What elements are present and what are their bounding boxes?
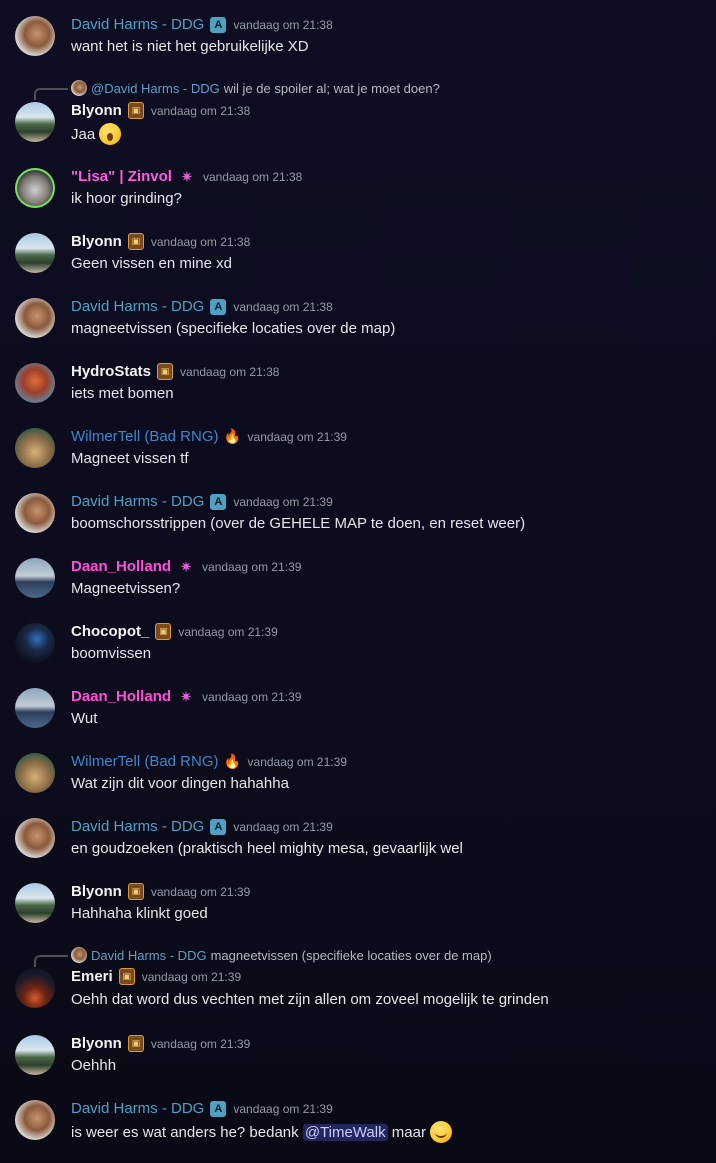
message-text: Wut [71,710,98,727]
user-mention[interactable]: @TimeWalk [302,1123,388,1141]
avatar[interactable] [15,623,55,663]
timestamp[interactable]: vandaag om 21:38 [151,235,250,249]
timestamp[interactable]: vandaag om 21:39 [178,625,277,639]
role-badge-icon: A [210,1100,227,1117]
library-badge-icon: ▣ [157,363,174,380]
library-badge-icon: ▣ [127,1035,144,1052]
flame-badge-icon: 🔥 [223,753,242,769]
timestamp[interactable]: vandaag om 21:39 [248,430,347,444]
author-name[interactable]: David Harms - DDG [71,298,204,315]
message-text: Hahhaha klinkt goed [71,905,208,922]
message-text: Wat zijn dit voor dingen hahahha [71,775,289,792]
author-name[interactable]: Daan_Holland [71,558,171,575]
author-name[interactable]: David Harms - DDG [71,818,204,835]
author-name[interactable]: Blyonn [71,233,122,250]
reply-preview[interactable]: David Harms - DDG magneetvissen (specifi… [71,947,492,963]
reply-avatar [71,947,87,963]
author-name[interactable]: "Lisa" | Zinvol [71,168,172,185]
avatar[interactable] [15,298,55,338]
avatar[interactable] [15,688,55,728]
timestamp[interactable]: vandaag om 21:39 [151,885,250,899]
avatar[interactable] [15,363,55,403]
avatar[interactable] [15,428,55,468]
message-text: is weer es wat anders he? bedank @TimeWa… [71,1121,453,1144]
avatar[interactable] [15,233,55,273]
reply-text: wil je de spoiler al; wat je moet doen? [223,80,440,96]
timestamp[interactable]: vandaag om 21:39 [202,560,301,574]
message-text: boomvissen [71,645,152,662]
booster-badge-icon: ✷ [180,168,194,186]
reply-author[interactable]: David Harms - DDG [91,948,207,963]
slight-smile-emoji-icon[interactable] [430,1121,453,1143]
timestamp[interactable]: vandaag om 21:39 [233,820,332,834]
timestamp[interactable]: vandaag om 21:38 [233,300,332,314]
flame-badge-icon: 🔥 [223,428,242,444]
author-name[interactable]: Chocopot_ [71,623,149,640]
author-name[interactable]: WilmerTell (Bad RNG) [71,428,219,445]
message-text: want het is niet het gebruikelijke XD [71,38,309,55]
avatar[interactable] [15,968,55,1008]
author-name[interactable]: David Harms - DDG [71,16,204,33]
avatar[interactable] [15,1035,55,1075]
timestamp[interactable]: vandaag om 21:39 [142,970,241,984]
message-text: Geen vissen en mine xd [71,255,232,272]
author-name[interactable]: WilmerTell (Bad RNG) [71,753,219,770]
avatar[interactable] [15,102,55,142]
avatar[interactable] [15,753,55,793]
author-name[interactable]: Blyonn [71,102,122,119]
avatar[interactable] [15,493,55,533]
message-text: en goudzoeken (praktisch heel mighty mes… [71,840,463,857]
avatar[interactable] [15,558,55,598]
message-text: boomschorsstrippen (over de GEHELE MAP t… [71,515,526,532]
reply-connector [34,88,68,100]
reply-connector [34,955,68,967]
role-badge-icon: A [210,298,227,315]
timestamp[interactable]: vandaag om 21:39 [202,690,301,704]
reply-preview[interactable]: @David Harms - DDG wil je de spoiler al;… [71,80,440,96]
author-name[interactable]: HydroStats [71,363,151,380]
author-name[interactable]: Blyonn [71,1035,122,1052]
timestamp[interactable]: vandaag om 21:39 [233,1102,332,1116]
avatar[interactable] [15,883,55,923]
avatar[interactable] [15,818,55,858]
author-name[interactable]: David Harms - DDG [71,493,204,510]
timestamp[interactable]: vandaag om 21:39 [248,755,347,769]
avatar[interactable] [15,16,55,56]
message-text: magneetvissen (specifieke locaties over … [71,320,396,337]
message-text: Oehh dat word dus vechten met zijn allen… [71,991,549,1008]
author-name[interactable]: David Harms - DDG [71,1100,204,1117]
timestamp[interactable]: vandaag om 21:38 [233,18,332,32]
reply-author[interactable]: @David Harms - DDG [91,81,220,96]
role-badge-icon: A [210,493,227,510]
library-badge-icon: ▣ [127,883,144,900]
message-text: Oehhh [71,1057,117,1074]
message-text: ik hoor grinding? [71,190,182,207]
message-text: Magneetvissen? [71,580,181,597]
role-badge-icon: A [210,16,227,33]
library-badge-icon: ▣ [118,968,135,985]
library-badge-icon: ▣ [127,233,144,250]
timestamp[interactable]: vandaag om 21:38 [180,365,279,379]
author-name[interactable]: Emeri [71,968,113,985]
role-badge-icon: A [210,818,227,835]
library-badge-icon: ▣ [155,623,172,640]
timestamp[interactable]: vandaag om 21:38 [203,170,302,184]
library-badge-icon: ▣ [127,102,144,119]
timestamp[interactable]: vandaag om 21:39 [151,1037,250,1051]
author-name[interactable]: Blyonn [71,883,122,900]
astonished-emoji-icon[interactable] [99,123,122,145]
reply-avatar [71,80,87,96]
timestamp[interactable]: vandaag om 21:38 [151,104,250,118]
avatar[interactable] [15,168,55,208]
booster-badge-icon: ✷ [179,688,193,706]
message-text: Jaa [71,123,122,146]
reply-text: magneetvissen (specifieke locaties over … [210,947,492,963]
timestamp[interactable]: vandaag om 21:39 [233,495,332,509]
avatar[interactable] [15,1100,55,1140]
author-name[interactable]: Daan_Holland [71,688,171,705]
message-text: Magneet vissen tf [71,450,189,467]
booster-badge-icon: ✷ [179,558,193,576]
message-text: iets met bomen [71,385,174,402]
